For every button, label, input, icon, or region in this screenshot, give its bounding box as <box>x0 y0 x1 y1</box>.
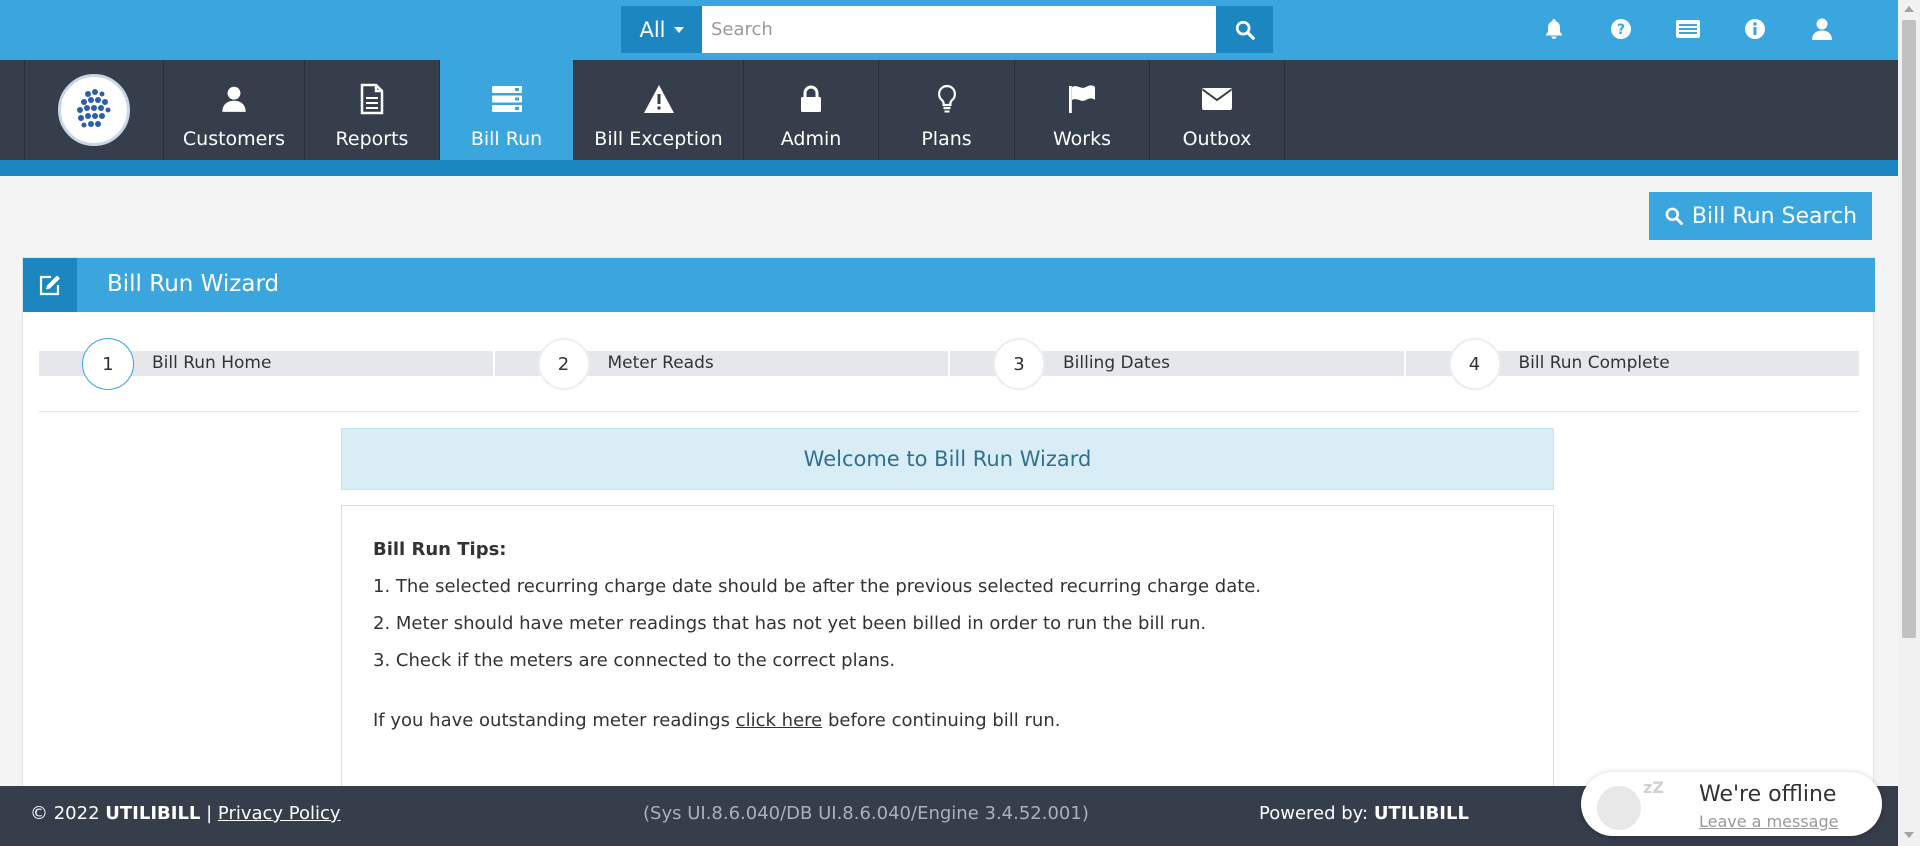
privacy-policy-link[interactable]: Privacy Policy <box>218 803 341 824</box>
help-button[interactable]: ? <box>1602 12 1639 46</box>
scroll-thumb[interactable] <box>1902 20 1916 638</box>
search-icon <box>1235 20 1255 40</box>
bill-run-search-label: Bill Run Search <box>1691 203 1858 229</box>
tips-title: Bill Run Tips: <box>373 539 507 560</box>
search-scope-label: All <box>639 17 666 42</box>
wizard-steps: 1 Bill Run Home 2 Meter Reads 3 Billing … <box>39 338 1859 390</box>
powered-brand: UTILIBILL <box>1373 803 1469 824</box>
step-label: Bill Run Home <box>152 353 272 373</box>
nav-item-label: Bill Exception <box>594 128 723 150</box>
tip-item: 1. The selected recurring charge date sh… <box>373 576 1262 597</box>
nav-item-works[interactable]: Works <box>1015 60 1150 160</box>
wizard-step-meter-reads[interactable]: 2 Meter Reads <box>494 338 948 390</box>
scroll-down-arrow-icon[interactable] <box>1904 832 1914 838</box>
step-number: 4 <box>1448 338 1501 390</box>
outstanding-prefix: If you have outstanding meter readings <box>373 710 736 731</box>
divider <box>39 411 1859 412</box>
user-icon <box>1811 18 1832 40</box>
step-number: 2 <box>537 338 590 390</box>
nav-item-bill-exception[interactable]: Bill Exception <box>574 60 744 160</box>
info-button[interactable] <box>1736 12 1773 46</box>
lightbulb-icon <box>937 84 956 113</box>
question-circle-icon: ? <box>1610 19 1631 39</box>
leave-message-link[interactable]: Leave a message <box>1699 812 1838 831</box>
nav-item-plans[interactable]: Plans <box>879 60 1015 160</box>
nav-item-reports[interactable]: Reports <box>305 60 440 160</box>
nav-item-label: Bill Run <box>470 128 543 150</box>
warning-icon <box>643 85 674 113</box>
info-circle-icon <box>1744 19 1765 39</box>
utilibill-logo-mark <box>77 89 111 128</box>
nav-item-bill-run[interactable]: Bill Run <box>440 60 574 160</box>
document-icon <box>360 83 384 115</box>
outstanding-suffix: before continuing bill run. <box>822 710 1061 731</box>
wizard-step-bill-run-complete[interactable]: 4 Bill Run Complete <box>1405 338 1859 390</box>
top-bar: All ? <box>0 0 1898 60</box>
page-scrollbar[interactable] <box>1898 0 1920 846</box>
bell-icon <box>1545 19 1562 39</box>
top-icons: ? <box>1535 12 1840 46</box>
copyright-text: © 2022 <box>30 803 106 824</box>
powered-prefix: Powered by: <box>1259 803 1374 824</box>
tip-item: 3. Check if the meters are connected to … <box>373 650 896 671</box>
user-icon <box>222 86 246 112</box>
offline-chat-widget[interactable]: zZ We're offline Leave a message <box>1581 772 1882 836</box>
utilibill-logo <box>58 74 130 146</box>
panel-title: Bill Run Wizard <box>107 271 280 297</box>
notifications-button[interactable] <box>1535 12 1572 46</box>
caret-down-icon <box>673 26 684 33</box>
step-label: Bill Run Complete <box>1518 353 1670 373</box>
nav-item-label: Works <box>1052 128 1111 150</box>
id-card-icon <box>1675 20 1700 38</box>
wizard-step-billing-dates[interactable]: 3 Billing Dates <box>950 338 1404 390</box>
zz-icon: zZ <box>1643 778 1664 797</box>
nav-item-outbox[interactable]: Outbox <box>1150 60 1285 160</box>
sleeping-face-icon <box>1597 786 1641 830</box>
edit-icon <box>39 275 60 296</box>
search-scope-dropdown[interactable]: All <box>621 6 702 53</box>
step-label: Meter Reads <box>607 353 714 373</box>
nav-item-label: Outbox <box>1182 128 1252 150</box>
flag-icon <box>1069 85 1095 113</box>
nav-accent-stripe <box>0 160 1898 176</box>
nav-items: Customers Reports Bill Run Bill Exceptio… <box>164 60 1285 160</box>
user-menu-button[interactable] <box>1803 12 1840 46</box>
version-info: (Sys UI.8.6.040/DB UI.8.6.040/Engine 3.4… <box>643 803 1089 824</box>
outstanding-readings-note: If you have outstanding meter readings c… <box>373 710 1522 731</box>
search-button[interactable] <box>1216 6 1273 53</box>
welcome-text: Welcome to Bill Run Wizard <box>803 447 1092 471</box>
step-number: 1 <box>82 338 134 390</box>
nav-item-customers[interactable]: Customers <box>164 60 305 160</box>
nav-item-admin[interactable]: Admin <box>744 60 879 160</box>
scroll-up-arrow-icon[interactable] <box>1904 6 1914 12</box>
bill-run-search-button[interactable]: Bill Run Search <box>1649 192 1872 240</box>
nav-item-label: Reports <box>335 128 409 150</box>
step-number: 3 <box>993 338 1045 390</box>
welcome-alert: Welcome to Bill Run Wizard <box>341 428 1554 490</box>
step-label: Billing Dates <box>1063 353 1171 373</box>
click-here-link[interactable]: click here <box>736 710 823 731</box>
lock-icon <box>801 85 821 112</box>
footer-brand: UTILIBILL <box>105 803 201 824</box>
footer-separator: | <box>200 803 218 824</box>
nav-item-label: Plans <box>921 128 972 150</box>
tip-item: 2. Meter should have meter readings that… <box>373 613 1207 634</box>
wizard-step-bill-run-home[interactable]: 1 Bill Run Home <box>39 338 493 390</box>
nav-item-label: Customers <box>182 128 286 150</box>
search-icon <box>1665 207 1683 225</box>
global-search: All <box>621 6 1273 53</box>
id-card-button[interactable] <box>1669 12 1706 46</box>
bill-run-wizard-panel: Bill Run Wizard 1 Bill Run Home 2 Meter … <box>22 257 1875 846</box>
nav-item-label: Admin <box>780 128 842 150</box>
svg-text:?: ? <box>1616 22 1624 38</box>
footer-copyright: © 2022 UTILIBILL | Privacy Policy <box>30 803 341 824</box>
panel-header: Bill Run Wizard <box>23 258 1875 312</box>
logo-link[interactable] <box>24 60 164 160</box>
powered-by: Powered by: UTILIBILL <box>1259 803 1469 824</box>
search-input[interactable] <box>702 6 1216 53</box>
edit-icon-box <box>23 258 77 312</box>
envelope-icon <box>1201 88 1233 110</box>
chat-status: We're offline <box>1699 782 1837 807</box>
server-icon <box>491 86 522 112</box>
